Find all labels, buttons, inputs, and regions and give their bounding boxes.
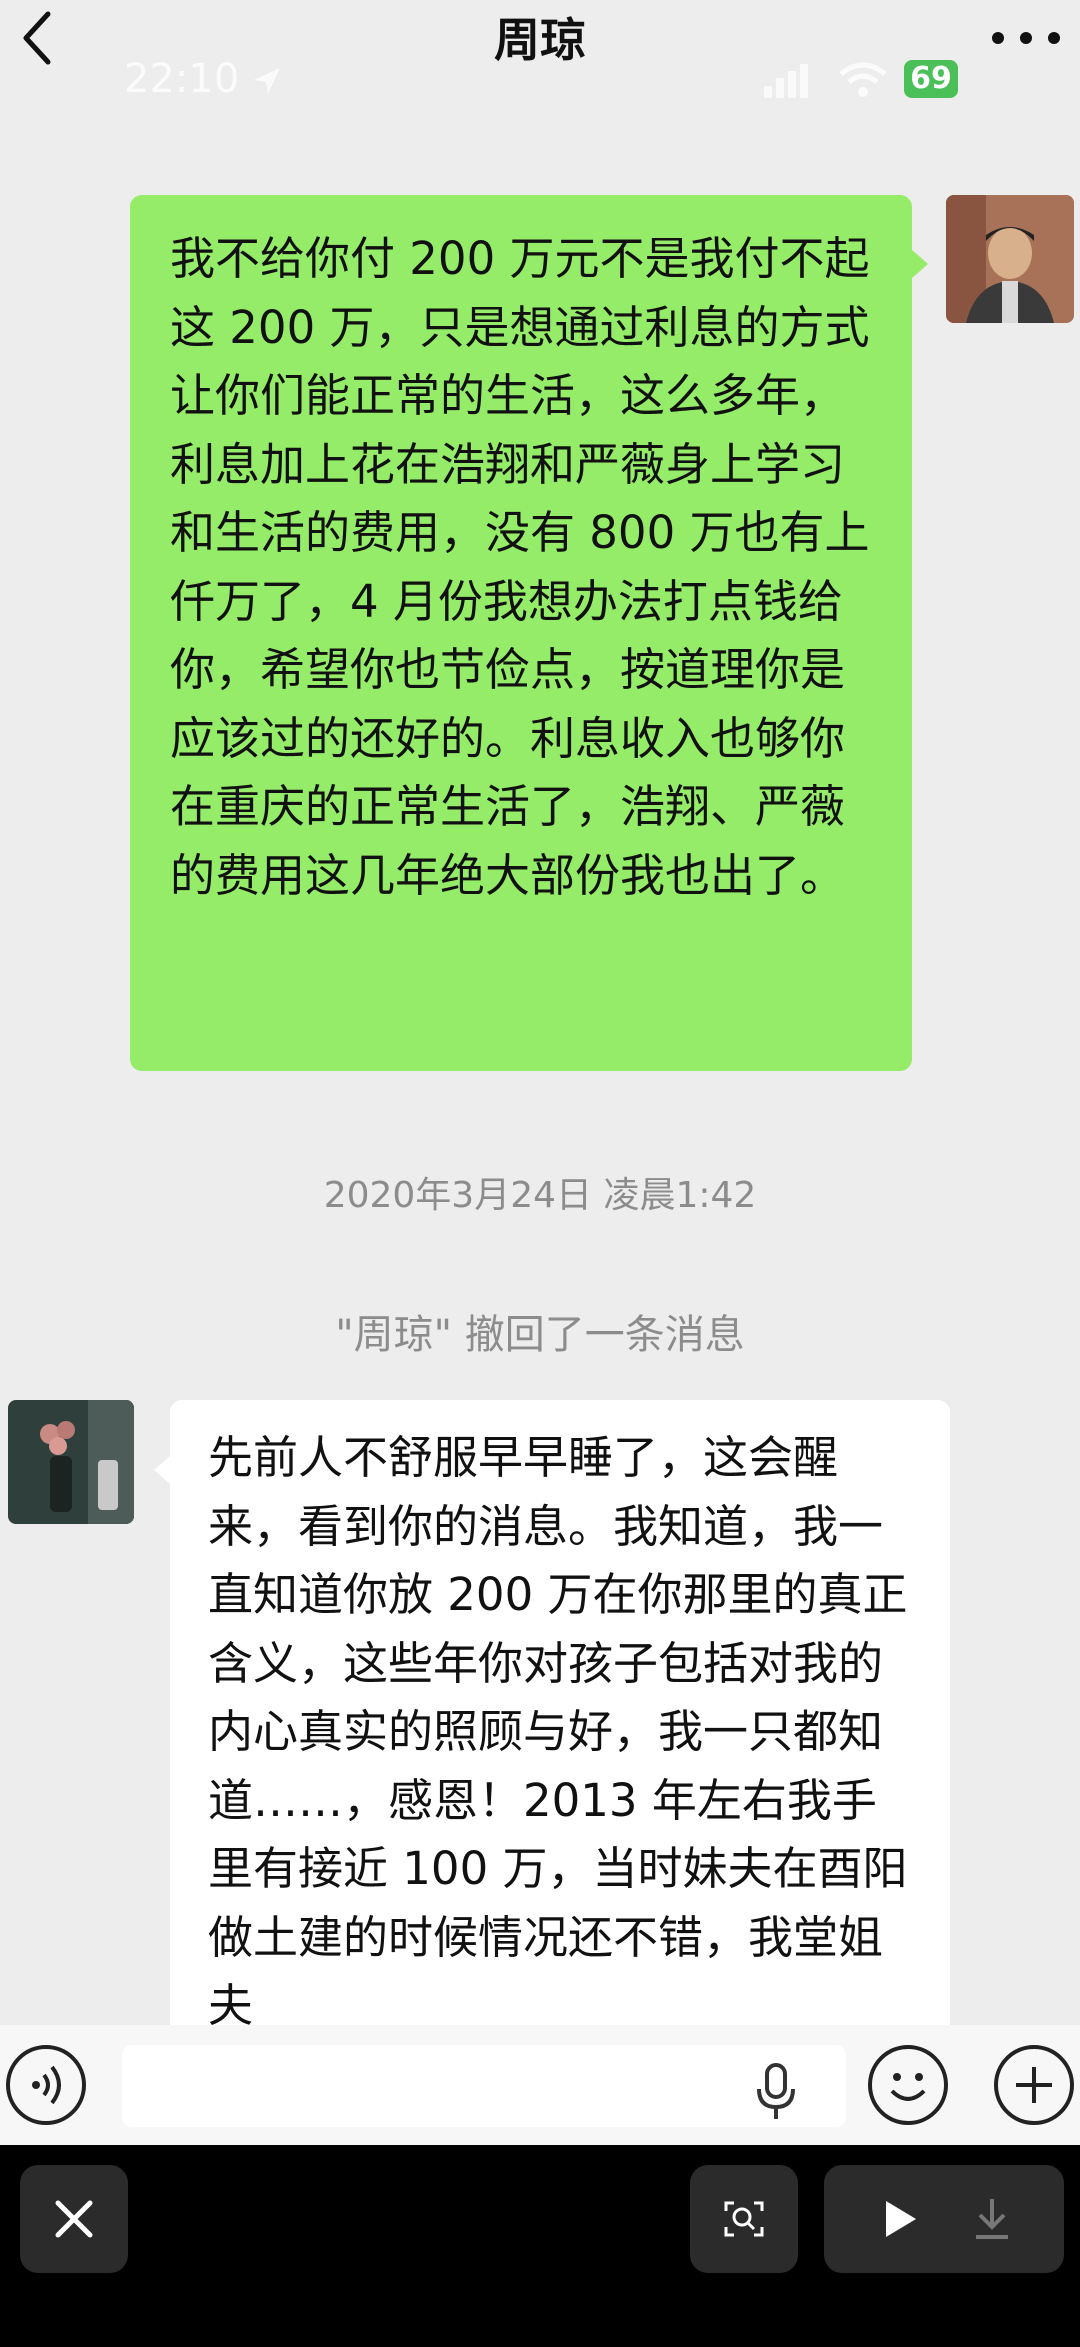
bottom-toolbar [0,2145,1080,2347]
chat-header: 周琼 22:10 69 [0,0,1080,110]
incoming-message-text: 先前人不舒服早早睡了，这会醒来，看到你的消息。我知道，我一直知道你放 200 万… [208,1431,908,2032]
contact-avatar[interactable] [8,1400,134,1524]
avatar-photo [946,195,1074,323]
message-input[interactable] [122,2045,846,2127]
play-icon[interactable] [878,2197,922,2241]
plus-icon [1016,2067,1052,2103]
emoji-icon [890,2073,926,2101]
wifi-icon [839,62,887,97]
status-time: 22:10 [124,56,240,102]
battery-indicator: 69 [904,60,958,98]
outgoing-message-bubble[interactable]: 我不给你付 200 万元不是我付不起这 200 万，只是想通过利息的方式让你们能… [130,195,912,1071]
more-button[interactable] [992,26,1062,46]
voice-toggle-button[interactable] [6,2045,86,2125]
download-icon[interactable] [970,2195,1014,2243]
recall-notice: "周琼" 撤回了一条消息 [335,1312,745,1358]
media-controls [824,2165,1064,2273]
voice-icon [32,2065,61,2105]
outgoing-message-text: 我不给你付 200 万元不是我付不起这 200 万，只是想通过利息的方式让你们能… [170,232,870,902]
incoming-bubble-tail [154,1456,170,1484]
message-timestamp: 2020年3月24日 凌晨1:42 [323,1175,757,1216]
outgoing-bubble-tail [912,250,928,278]
incoming-message-bubble[interactable]: 先前人不舒服早早睡了，这会醒来，看到你的消息。我知道，我一直知道你放 200 万… [170,1400,950,2040]
close-button[interactable] [20,2165,128,2273]
scan-button[interactable] [690,2165,798,2273]
close-icon [55,2200,93,2238]
microphone-icon[interactable] [752,2063,800,2123]
more-functions-button[interactable] [994,2045,1074,2125]
avatar-photo [8,1400,134,1524]
message-input-bar [0,2025,1080,2145]
signal-icon [764,64,808,98]
my-avatar[interactable] [946,195,1074,323]
location-arrow-icon [254,68,280,94]
emoji-button[interactable] [868,2045,948,2125]
scan-icon [724,2201,764,2237]
